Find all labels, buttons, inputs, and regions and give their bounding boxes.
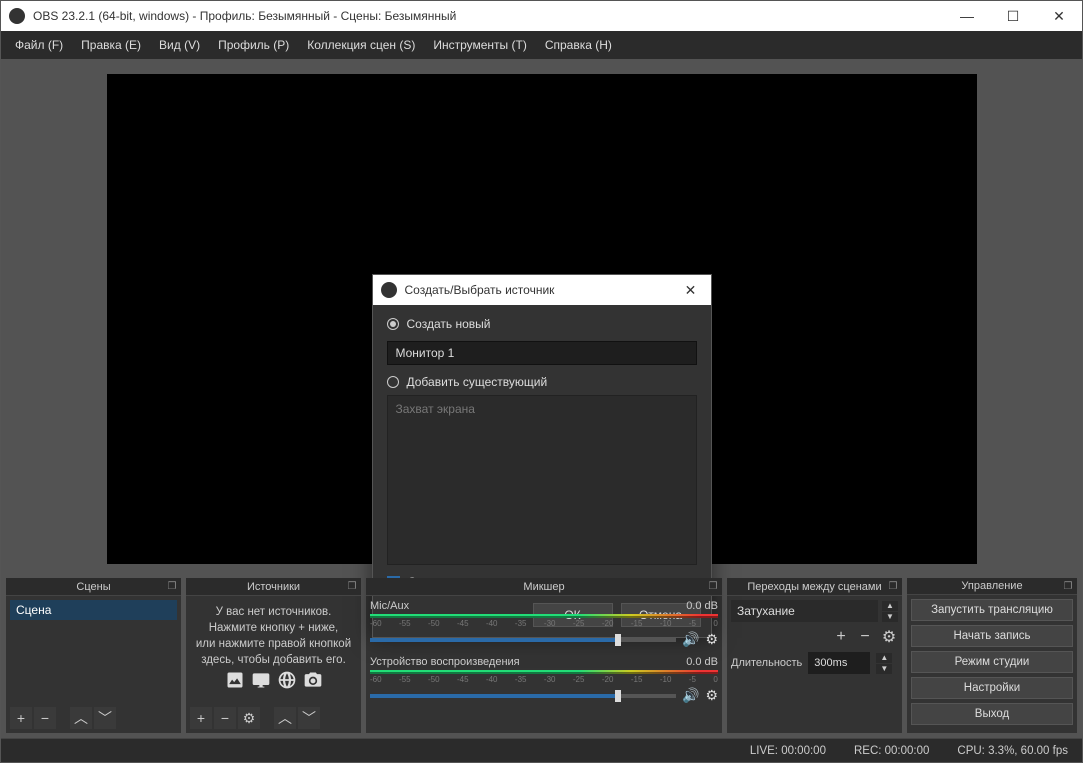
mixer-channel-name: Mic/Aux — [370, 600, 409, 612]
source-camera-icon — [303, 670, 323, 696]
transitions-title: Переходы между сценами — [747, 581, 881, 593]
mixer-channel-db: 0.0 dB — [686, 656, 718, 668]
radio-create-new[interactable]: Создать новый — [387, 317, 697, 331]
titlebar: OBS 23.2.1 (64-bit, windows) - Профиль: … — [1, 1, 1082, 31]
sources-panel: Источники ❐ У вас нет источников. Нажмит… — [186, 578, 361, 733]
start-streaming-button[interactable]: Запустить трансляцию — [911, 599, 1073, 621]
panels-row: Сцены ❐ Сцена + − ︿ ﹀ Источни — [6, 578, 1077, 733]
close-button[interactable]: ✕ — [1036, 1, 1082, 31]
start-recording-button[interactable]: Начать запись — [911, 625, 1073, 647]
existing-sources-list[interactable]: Захват экрана — [387, 395, 697, 565]
source-name-input[interactable] — [387, 341, 697, 365]
minimize-button[interactable]: — — [944, 1, 990, 31]
settings-button[interactable]: Настройки — [911, 677, 1073, 699]
transition-select-up[interactable]: ▲ — [882, 601, 898, 611]
speaker-icon[interactable]: 🔊 — [682, 631, 699, 648]
statusbar: LIVE: 00:00:00 REC: 00:00:00 CPU: 3.3%, … — [1, 738, 1082, 762]
db-scale-playback: -60-55-50-45-40-35-30-25-20-15-10-50 — [370, 675, 718, 684]
controls-title: Управление — [961, 580, 1022, 592]
mixer-title: Микшер — [523, 581, 564, 593]
app-window: OBS 23.2.1 (64-bit, windows) - Профиль: … — [0, 0, 1083, 763]
dialog-title-text: Создать/Выбрать источник — [405, 283, 671, 297]
volume-slider-mic[interactable] — [370, 638, 676, 642]
vu-meter-playback — [370, 670, 718, 674]
dialog-app-icon — [381, 282, 397, 298]
transition-remove-button[interactable]: − — [856, 628, 874, 646]
source-down-button[interactable]: ﹀ — [298, 707, 320, 729]
menubar: Файл (F) Правка (E) Вид (V) Профиль (P) … — [1, 31, 1082, 59]
scenes-panel: Сцены ❐ Сцена + − ︿ ﹀ — [6, 578, 181, 733]
mixer-channel-playback: Устройство воспроизведения 0.0 dB -60-55… — [370, 656, 718, 704]
menu-file[interactable]: Файл (F) — [7, 34, 71, 56]
volume-slider-playback[interactable] — [370, 694, 676, 698]
content-area: Создать/Выбрать источник ✕ Создать новый… — [1, 59, 1082, 738]
transitions-undock-icon[interactable]: ❐ — [887, 580, 899, 592]
gear-icon[interactable]: ⚙ — [705, 631, 718, 648]
scenes-title: Сцены — [76, 581, 110, 593]
sources-empty-text: У вас нет источников. Нажмите кнопку + н… — [190, 600, 357, 670]
dialog-close-button[interactable]: ✕ — [671, 282, 711, 299]
radio-add-existing-label: Добавить существующий — [407, 375, 548, 389]
scene-remove-button[interactable]: − — [34, 707, 56, 729]
db-scale-mic: -60-55-50-45-40-35-30-25-20-15-10-50 — [370, 619, 718, 628]
radio-add-existing[interactable]: Добавить существующий — [387, 375, 697, 389]
transition-add-button[interactable]: + — [832, 628, 850, 646]
duration-up[interactable]: ▲ — [876, 653, 892, 663]
menu-tools[interactable]: Инструменты (T) — [425, 34, 534, 56]
sources-undock-icon[interactable]: ❐ — [346, 580, 358, 592]
vu-meter-mic — [370, 614, 718, 618]
source-image-icon — [225, 670, 245, 696]
source-remove-button[interactable]: − — [214, 707, 236, 729]
sources-title: Источники — [247, 581, 300, 593]
exit-button[interactable]: Выход — [911, 703, 1073, 725]
duration-label: Длительность — [731, 657, 802, 669]
menu-view[interactable]: Вид (V) — [151, 34, 208, 56]
menu-help[interactable]: Справка (H) — [537, 34, 620, 56]
scene-item[interactable]: Сцена — [10, 600, 177, 620]
scene-add-button[interactable]: + — [10, 707, 32, 729]
speaker-icon[interactable]: 🔊 — [682, 687, 699, 704]
mixer-undock-icon[interactable]: ❐ — [707, 580, 719, 592]
preview-area: Создать/Выбрать источник ✕ Создать новый… — [6, 64, 1077, 573]
existing-source-hint: Захват экрана — [396, 402, 475, 416]
mixer-channel-mic: Mic/Aux 0.0 dB -60-55-50-45-40-35-30-25-… — [370, 600, 718, 648]
mixer-channel-db: 0.0 dB — [686, 600, 718, 612]
status-cpu: CPU: 3.3%, 60.00 fps — [957, 745, 1068, 757]
transition-settings-button[interactable]: ⚙ — [880, 628, 898, 646]
gear-icon[interactable]: ⚙ — [705, 687, 718, 704]
studio-mode-button[interactable]: Режим студии — [911, 651, 1073, 673]
transitions-panel: Переходы между сценами ❐ Затухание ▲ ▼ +… — [727, 578, 902, 733]
scenes-undock-icon[interactable]: ❐ — [166, 580, 178, 592]
source-globe-icon — [277, 670, 297, 696]
status-rec: REC: 00:00:00 — [854, 745, 929, 757]
scene-up-button[interactable]: ︿ — [70, 707, 92, 729]
source-settings-button[interactable]: ⚙ — [238, 707, 260, 729]
controls-undock-icon[interactable]: ❐ — [1062, 580, 1074, 592]
menu-profile[interactable]: Профиль (P) — [210, 34, 297, 56]
transition-select-down[interactable]: ▼ — [882, 612, 898, 622]
duration-down[interactable]: ▼ — [876, 664, 892, 674]
maximize-button[interactable]: ☐ — [990, 1, 1036, 31]
menu-scene-collection[interactable]: Коллекция сцен (S) — [299, 34, 423, 56]
app-icon — [9, 8, 25, 24]
source-up-button[interactable]: ︿ — [274, 707, 296, 729]
mixer-panel: Микшер ❐ Mic/Aux 0.0 dB -60-55-50-45-40-… — [366, 578, 722, 733]
menu-edit[interactable]: Правка (E) — [73, 34, 149, 56]
transition-select[interactable]: Затухание — [731, 600, 878, 622]
controls-panel: Управление ❐ Запустить трансляцию Начать… — [907, 578, 1077, 733]
dialog-titlebar: Создать/Выбрать источник ✕ — [373, 275, 711, 305]
source-add-button[interactable]: + — [190, 707, 212, 729]
mixer-channel-name: Устройство воспроизведения — [370, 656, 520, 668]
duration-input[interactable]: 300ms — [808, 652, 870, 674]
radio-create-new-label: Создать новый — [407, 317, 491, 331]
status-live: LIVE: 00:00:00 — [750, 745, 826, 757]
window-title: OBS 23.2.1 (64-bit, windows) - Профиль: … — [33, 9, 944, 23]
source-display-icon — [251, 670, 271, 696]
scene-down-button[interactable]: ﹀ — [94, 707, 116, 729]
